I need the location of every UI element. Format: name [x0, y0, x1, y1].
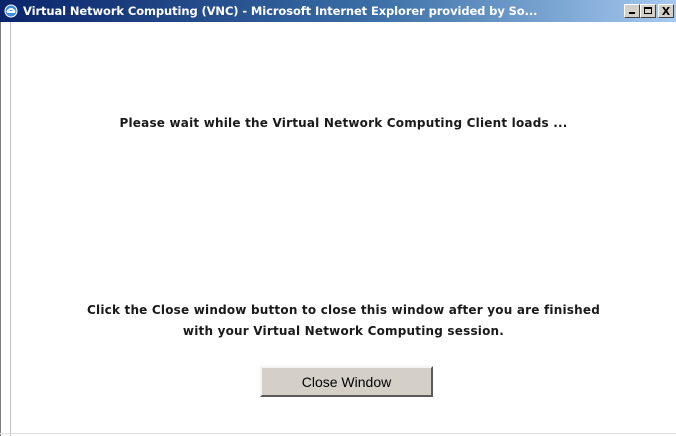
window-title: Virtual Network Computing (VNC) - Micros…	[23, 4, 538, 18]
title-bar[interactable]: Virtual Network Computing (VNC) - Micros…	[0, 0, 676, 22]
close-instructions: Click the Close window button to close t…	[11, 300, 676, 342]
close-instructions-line-2: with your Virtual Network Computing sess…	[182, 324, 505, 338]
window-left-border	[0, 22, 11, 436]
maximize-icon	[644, 7, 652, 14]
close-instructions-line-1: Click the Close window button to close t…	[87, 303, 600, 317]
window-controls: X	[624, 4, 674, 18]
close-window-button[interactable]: Close Window	[260, 366, 433, 397]
maximize-button[interactable]	[640, 4, 656, 18]
window-bottom-edge	[0, 433, 676, 434]
close-icon: X	[661, 4, 671, 18]
loading-message: Please wait while the Virtual Network Co…	[119, 116, 568, 130]
browser-window: Virtual Network Computing (VNC) - Micros…	[0, 0, 676, 436]
minimize-button[interactable]	[624, 4, 640, 18]
minimize-icon	[629, 12, 635, 14]
close-window-titlebar-button[interactable]: X	[658, 4, 674, 18]
page-content: Please wait while the Virtual Network Co…	[11, 22, 676, 436]
ie-icon	[3, 3, 19, 19]
